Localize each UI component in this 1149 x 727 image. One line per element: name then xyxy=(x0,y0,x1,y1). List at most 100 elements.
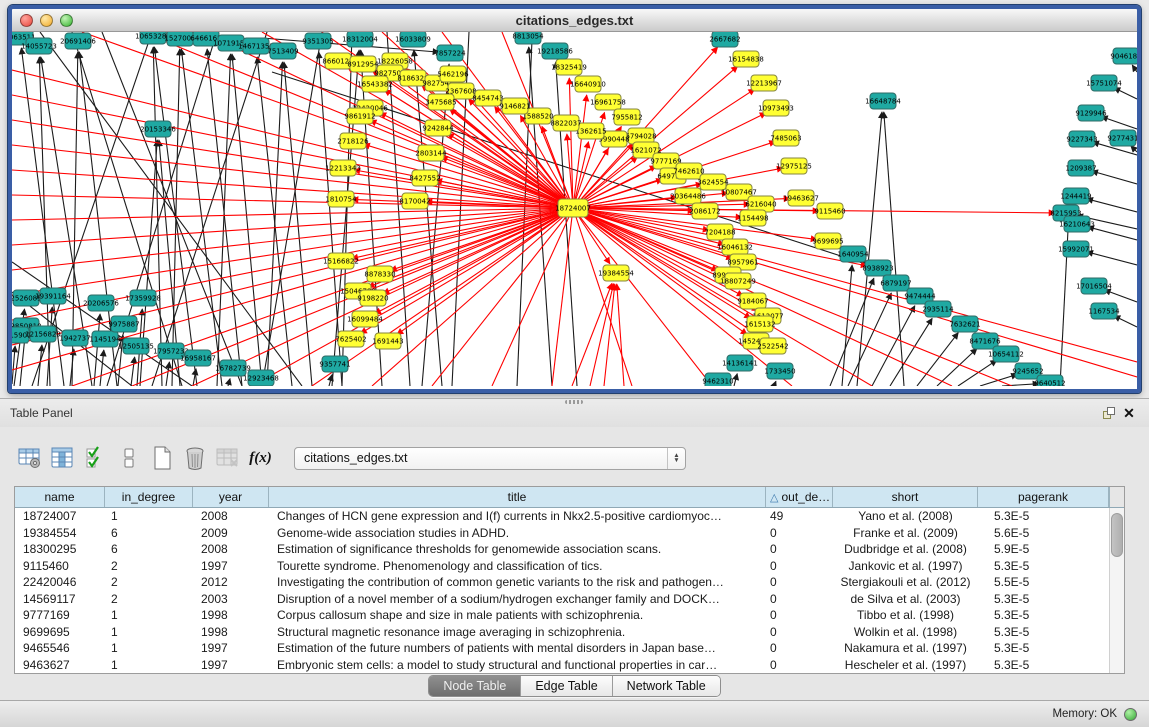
close-panel-button[interactable]: ✕ xyxy=(1119,404,1139,422)
column-header-name[interactable]: name xyxy=(15,487,105,507)
graph-node[interactable]: 1167534 xyxy=(1088,303,1120,319)
graph-node[interactable]: 1942737 xyxy=(59,330,90,346)
tab-edge-table[interactable]: Edge Table xyxy=(520,676,611,696)
table-selector-dropdown[interactable]: citations_edges.txt ▲▼ xyxy=(294,447,686,470)
graph-node[interactable]: 12213343 xyxy=(325,160,361,176)
graph-node[interactable]: 9242844 xyxy=(422,120,454,136)
graph-node[interactable]: 9146821 xyxy=(499,98,530,114)
graph-node[interactable]: 16648784 xyxy=(865,93,901,109)
graph-node[interactable]: 19391164 xyxy=(35,288,71,304)
graph-node[interactable]: 10654112 xyxy=(988,346,1024,362)
graph-node[interactable]: 12156829 xyxy=(25,326,61,342)
network-window[interactable]: citations_edges.txt 18724007183254191664… xyxy=(8,5,1141,393)
row-height-button[interactable] xyxy=(115,445,142,471)
table-row[interactable]: 2242004622012Investigating the contribut… xyxy=(15,574,1124,591)
graph-node[interactable]: 16958167 xyxy=(180,350,216,366)
table-vertical-scrollbar[interactable] xyxy=(1109,508,1124,673)
scrollbar-thumb[interactable] xyxy=(1111,513,1123,557)
graph-node[interactable]: 5462196 xyxy=(437,66,469,82)
graph-node[interactable]: 16154838 xyxy=(728,51,764,67)
graph-node[interactable]: 15992071 xyxy=(1058,241,1094,257)
graph-node[interactable]: 18807249 xyxy=(720,273,756,289)
graph-node[interactable]: 2667682 xyxy=(709,32,740,47)
graph-node[interactable]: 7513409 xyxy=(267,43,298,59)
tab-node-table[interactable]: Node Table xyxy=(429,676,520,696)
graph-node[interactable]: 16543382 xyxy=(357,76,393,92)
table-mode-button[interactable] xyxy=(16,445,43,471)
create-column-button[interactable] xyxy=(148,445,175,471)
table-row[interactable]: 946554611997Estimation of the future num… xyxy=(15,640,1124,657)
float-panel-button[interactable] xyxy=(1099,404,1119,422)
table-row[interactable]: 1872400712008Changes of HCN gene express… xyxy=(15,508,1124,525)
graph-node[interactable]: 9462310 xyxy=(702,373,733,386)
delete-column-button[interactable] xyxy=(181,445,208,471)
delete-table-button[interactable] xyxy=(214,445,241,471)
graph-node[interactable]: 6879197 xyxy=(880,275,911,291)
graph-node[interactable]: 20364486 xyxy=(670,188,706,204)
graph-node[interactable]: 9184067 xyxy=(737,293,768,309)
graph-node[interactable]: 3475685 xyxy=(425,94,456,110)
graph-node[interactable]: 20691406 xyxy=(60,33,96,49)
graph-node[interactable]: 12213967 xyxy=(746,75,782,91)
graph-node[interactable]: 20153346 xyxy=(140,121,176,137)
graph-node[interactable]: 15166822 xyxy=(323,253,359,269)
graph-node[interactable]: 8427552 xyxy=(409,170,440,186)
graph-node[interactable]: 1154498 xyxy=(737,210,768,226)
graph-node[interactable]: 17359928 xyxy=(125,290,161,306)
graph-node[interactable]: 9699695 xyxy=(812,233,843,249)
graph-node[interactable]: 18325419 xyxy=(551,59,587,75)
graph-node[interactable]: 7204188 xyxy=(704,224,735,240)
graph-node[interactable]: 2935114 xyxy=(922,301,954,317)
graph-node[interactable]: 16210643 xyxy=(1059,216,1095,232)
function-builder-button[interactable]: f(x) xyxy=(247,445,274,471)
graph-node[interactable]: 9198220 xyxy=(357,290,388,306)
window-titlebar[interactable]: citations_edges.txt xyxy=(12,9,1137,32)
select-columns-button[interactable] xyxy=(49,445,76,471)
graph-node[interactable]: 16640910 xyxy=(570,76,606,92)
graph-node[interactable]: 8938923 xyxy=(862,260,893,276)
graph-node[interactable]: 7625402 xyxy=(335,331,366,347)
table-row[interactable]: 1456911722003Disruption of a novel membe… xyxy=(15,591,1124,608)
column-header-in_degree[interactable]: in_degree xyxy=(105,487,193,507)
graph-node[interactable]: 16046132 xyxy=(717,239,753,255)
graph-node[interactable]: 14055723 xyxy=(21,38,57,54)
graph-node[interactable]: 7955812 xyxy=(611,109,642,125)
graph-node[interactable]: 16961758 xyxy=(590,94,626,110)
graph-node[interactable]: 9227343 xyxy=(1066,131,1097,147)
graph-node[interactable]: 16099484 xyxy=(347,311,383,327)
graph-node[interactable]: 15751074 xyxy=(1086,75,1122,91)
graph-node[interactable]: 10973493 xyxy=(758,100,794,116)
graph-node[interactable]: 19218586 xyxy=(537,43,573,59)
graph-node[interactable]: 7857224 xyxy=(434,45,466,61)
panel-splitter-handle[interactable] xyxy=(565,400,583,404)
graph-node[interactable]: 2522542 xyxy=(757,338,788,354)
graph-node[interactable]: 9640512 xyxy=(1034,375,1065,386)
graph-node[interactable]: 20206576 xyxy=(83,295,119,311)
table-row[interactable]: 911546021997Tourette syndrome. Phenomeno… xyxy=(15,558,1124,575)
graph-node[interactable]: 9861912 xyxy=(344,108,375,124)
table-row[interactable]: 1830029562008Estimation of significance … xyxy=(15,541,1124,558)
graph-node[interactable]: 18312004 xyxy=(342,32,378,47)
table-row[interactable]: 946362711997Embryonic stem cells: a mode… xyxy=(15,657,1124,674)
graph-node[interactable]: 1640954 xyxy=(837,246,869,262)
minimize-window-button[interactable] xyxy=(40,14,53,27)
table-row[interactable]: 969969511998Structural magnetic resonanc… xyxy=(15,624,1124,641)
graph-node[interactable]: 2086172 xyxy=(689,203,720,219)
graph-node[interactable]: 9351305 xyxy=(302,33,333,49)
graph-node[interactable]: 8813054 xyxy=(512,32,544,44)
graph-node[interactable]: 9975887 xyxy=(108,316,139,332)
graph-node[interactable]: 17016504 xyxy=(1076,278,1112,294)
graph-node[interactable]: 9115460 xyxy=(814,203,845,219)
graph-node[interactable]: 8878330 xyxy=(364,266,395,282)
graph-node[interactable]: 1733450 xyxy=(764,363,795,379)
graph-node[interactable]: 8822037 xyxy=(550,115,581,131)
graph-node[interactable]: 7632621 xyxy=(949,316,980,332)
table-row[interactable]: 977716911998Corpus callosum shape and si… xyxy=(15,607,1124,624)
column-header-short[interactable]: short xyxy=(833,487,978,507)
column-header-title[interactable]: title xyxy=(269,487,766,507)
graph-node[interactable]: 2803144 xyxy=(415,145,447,161)
graph-node[interactable]: 2718126 xyxy=(337,133,369,149)
graph-node[interactable]: 9357741 xyxy=(319,356,350,372)
graph-node[interactable]: 1691443 xyxy=(372,333,403,349)
graph-node[interactable]: 19384554 xyxy=(598,265,634,281)
